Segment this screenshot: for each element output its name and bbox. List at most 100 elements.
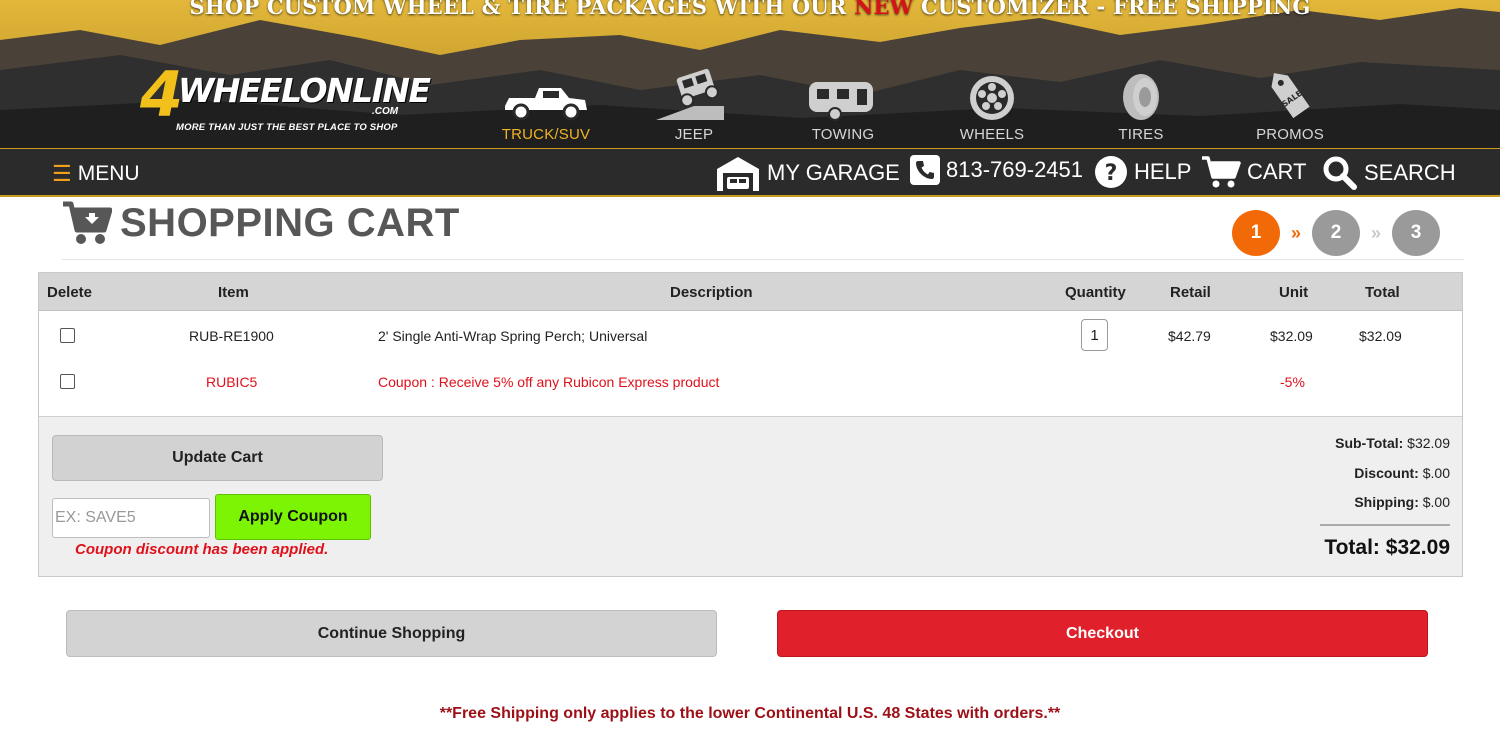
category-truck-suv[interactable]: TRUCK/SUV bbox=[481, 62, 611, 143]
delete-checkbox[interactable] bbox=[60, 374, 75, 389]
table-row: RUB-RE1900 2' Single Anti-Wrap Spring Pe… bbox=[39, 317, 1462, 353]
search-link[interactable]: SEARCH bbox=[1322, 155, 1456, 191]
category-jeep[interactable]: JEEP bbox=[629, 62, 759, 143]
page-title: SHOPPING CART bbox=[62, 200, 460, 246]
cart-table-header: Delete Item Description Quantity Retail … bbox=[39, 273, 1462, 311]
help-icon: ? bbox=[1095, 156, 1127, 188]
promo-banner[interactable]: SHOP CUSTOM WHEEL & TIRE PACKAGES WITH O… bbox=[0, 0, 1500, 19]
category-towing[interactable]: TOWING bbox=[778, 62, 908, 143]
page-title-text: SHOPPING CART bbox=[120, 200, 460, 245]
item-sku[interactable]: RUB-RE1900 bbox=[189, 328, 274, 344]
header-unit: Unit bbox=[1279, 284, 1309, 301]
table-row: RUBIC5 Coupon : Receive 5% off any Rubic… bbox=[39, 363, 1462, 399]
tire-icon bbox=[1076, 62, 1206, 122]
garage-icon bbox=[717, 157, 759, 191]
step-chevron: » bbox=[1290, 222, 1301, 243]
free-shipping-note: **Free Shipping only applies to the lowe… bbox=[439, 705, 1061, 722]
shipping-label: Shipping: bbox=[1354, 494, 1419, 510]
shopping-cart-icon bbox=[63, 201, 112, 244]
category-label: WHEELS bbox=[959, 126, 1025, 143]
site-logo[interactable]: 4 WHEELONLINE .COM MORE THAN JUST THE BE… bbox=[140, 64, 431, 136]
search-icon bbox=[1323, 156, 1357, 190]
grand-total: Total: $32.09 bbox=[1230, 536, 1450, 560]
hamburger-icon: ☰ bbox=[52, 161, 72, 186]
jeep-icon bbox=[629, 62, 759, 122]
wheel-icon bbox=[927, 62, 1057, 122]
subtotal-line: Sub-Total: $32.09 bbox=[1230, 435, 1450, 465]
help-label: HELP bbox=[1134, 159, 1192, 184]
truck-icon bbox=[481, 62, 611, 122]
header-description: Description bbox=[670, 284, 753, 301]
continue-shopping-button[interactable]: Continue Shopping bbox=[66, 610, 717, 657]
page-header: SHOPPING CART 1 » 2 » 3 bbox=[62, 198, 1464, 260]
subtotal-value: $32.09 bbox=[1407, 435, 1450, 451]
step-chevron: » bbox=[1370, 222, 1381, 243]
coupon-discount: -5% bbox=[1280, 374, 1305, 390]
step-1: 1 bbox=[1232, 210, 1280, 256]
help-link[interactable]: ? HELP bbox=[1094, 155, 1191, 189]
menu-label: MENU bbox=[77, 162, 140, 185]
quantity-input[interactable]: 1 bbox=[1081, 319, 1108, 351]
category-label: TRUCK/SUV bbox=[501, 126, 591, 143]
step-2: 2 bbox=[1312, 210, 1360, 256]
item-unit-price: $32.09 bbox=[1270, 328, 1313, 344]
header-quantity: Quantity bbox=[1065, 284, 1126, 301]
site-header: SHOP CUSTOM WHEEL & TIRE PACKAGES WITH O… bbox=[0, 0, 1500, 148]
checkout-button[interactable]: Checkout bbox=[777, 610, 1428, 657]
header-item: Item bbox=[218, 284, 249, 301]
item-description[interactable]: 2' Single Anti-Wrap Spring Perch; Univer… bbox=[378, 328, 647, 344]
discount-line: Discount: $.00 bbox=[1230, 465, 1450, 495]
svg-text:?: ? bbox=[1105, 161, 1118, 186]
promo-text-end: CUSTOMIZER - FREE SHIPPING bbox=[913, 0, 1311, 19]
item-retail-price: $42.79 bbox=[1168, 328, 1211, 344]
item-total-price: $32.09 bbox=[1359, 328, 1402, 344]
discount-label: Discount: bbox=[1354, 464, 1419, 481]
logo-number: 4 bbox=[140, 58, 184, 131]
totals-divider bbox=[1320, 523, 1450, 526]
trailer-icon bbox=[778, 62, 908, 122]
update-cart-button[interactable]: Update Cart bbox=[52, 435, 383, 481]
category-promos[interactable]: SALE PROMOS bbox=[1225, 62, 1355, 143]
phone-number: 813-769-2451 bbox=[946, 157, 1084, 182]
search-label: SEARCH bbox=[1364, 160, 1456, 185]
checkout-steps: 1 » 2 » 3 bbox=[1232, 210, 1440, 256]
sale-tag-icon: SALE bbox=[1225, 62, 1355, 122]
category-label: TOWING bbox=[811, 126, 875, 143]
apply-coupon-button[interactable]: Apply Coupon bbox=[215, 494, 371, 540]
discount-value: $.00 bbox=[1422, 464, 1450, 481]
header-retail: Retail bbox=[1170, 284, 1211, 301]
coupon-input[interactable]: EX: SAVE5 bbox=[52, 498, 210, 538]
category-label: JEEP bbox=[674, 126, 714, 143]
my-garage-link[interactable]: MY GARAGE bbox=[715, 155, 900, 191]
coupon-applied-message: Coupon discount has been applied. bbox=[75, 541, 329, 558]
logo-name: WHEELONLINE bbox=[178, 71, 431, 110]
cart-link[interactable]: CART bbox=[1201, 155, 1307, 189]
promo-text: SHOP CUSTOM WHEEL & TIRE PACKAGES WITH O… bbox=[189, 0, 855, 19]
subtotal-label: Sub-Total: bbox=[1335, 435, 1404, 451]
step-3: 3 bbox=[1392, 210, 1440, 256]
delete-checkbox[interactable] bbox=[60, 328, 75, 343]
cart-icon bbox=[1202, 156, 1241, 188]
shipping-line: Shipping: $.00 bbox=[1230, 494, 1450, 524]
cart-table: Delete Item Description Quantity Retail … bbox=[38, 272, 1463, 577]
phone-icon bbox=[910, 155, 940, 185]
coupon-description: Coupon : Receive 5% off any Rubicon Expr… bbox=[378, 374, 720, 390]
logo-tagline: MORE THAN JUST THE BEST PLACE TO SHOP bbox=[176, 122, 398, 133]
header-delete: Delete bbox=[47, 284, 93, 301]
garage-label: MY GARAGE bbox=[767, 160, 900, 185]
menu-button[interactable]: ☰ MENU bbox=[52, 161, 140, 187]
logo-suffix: .COM bbox=[372, 106, 399, 117]
promo-new-text: NEW bbox=[854, 0, 914, 19]
shipping-value: $.00 bbox=[1422, 494, 1450, 510]
category-wheels[interactable]: WHEELS bbox=[927, 62, 1057, 143]
coupon-code: RUBIC5 bbox=[206, 374, 258, 390]
category-label: PROMOS bbox=[1256, 126, 1324, 143]
main-nav-bar: ☰ MENU MY GARAGE 813-769-2451 ? HELP CAR… bbox=[0, 148, 1500, 197]
category-label: TIRES bbox=[1118, 126, 1164, 143]
cart-label: CART bbox=[1247, 159, 1307, 184]
total-value: $32.09 bbox=[1385, 535, 1450, 559]
category-tires[interactable]: TIRES bbox=[1076, 62, 1206, 143]
phone-link[interactable]: 813-769-2451 bbox=[910, 155, 1083, 185]
total-label: Total: bbox=[1324, 535, 1380, 559]
cart-items: RUB-RE1900 2' Single Anti-Wrap Spring Pe… bbox=[39, 311, 1462, 417]
